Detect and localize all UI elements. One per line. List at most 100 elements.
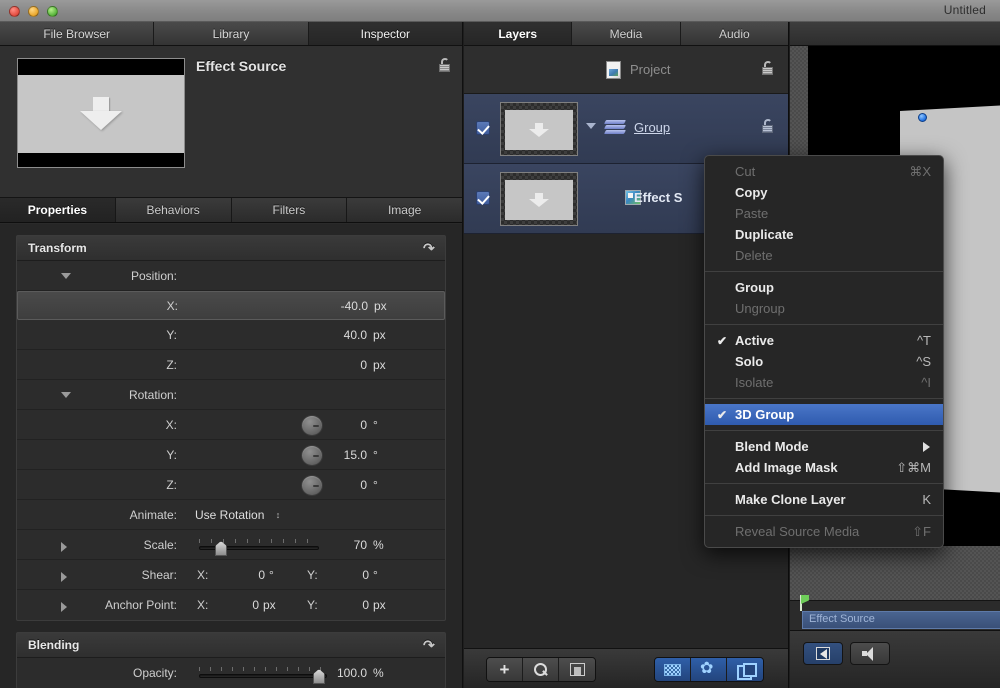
layer-action-buttons <box>486 657 596 682</box>
toggle-behaviors-button[interactable] <box>691 658 727 681</box>
layer-lock-icon[interactable] <box>761 119 774 133</box>
position-z-value[interactable]: 0 <box>267 358 367 372</box>
menu-item-label: Add Image Mask <box>735 460 838 475</box>
menu-item-paste: Paste <box>705 203 943 224</box>
opacity-value[interactable]: 100.0 <box>267 666 367 680</box>
anchor-y-value[interactable]: 0 <box>317 598 369 612</box>
close-button[interactable] <box>9 6 20 17</box>
anchor-x-value[interactable]: 0 <box>207 598 259 612</box>
layers-tab-strip: Layers Media Audio <box>464 22 788 46</box>
table-row[interactable]: Group <box>464 94 788 164</box>
project-row[interactable]: Project <box>464 46 788 94</box>
reset-icon[interactable]: ↶ <box>423 240 435 256</box>
menu-item-duplicate[interactable]: Duplicate <box>705 224 943 245</box>
context-menu[interactable]: Cut ⌘X Copy Paste Duplicate Delete Group Ungrou… <box>704 155 944 548</box>
timeline-strip: Effect Source <box>790 595 1000 630</box>
shear-y-value[interactable]: 0 <box>317 568 369 582</box>
tab-audio[interactable]: Audio <box>680 22 788 45</box>
rotation-z-row[interactable]: Z: 0 ° <box>17 470 445 500</box>
tab-media[interactable]: Media <box>572 22 681 45</box>
menu-item-blend-mode[interactable]: Blend Mode <box>705 436 943 457</box>
transform-title: Transform <box>28 241 87 255</box>
add-layer-button[interactable] <box>487 658 523 681</box>
transform-header: Transform ↶ <box>17 236 445 261</box>
rotation-x-row[interactable]: X: 0 ° <box>17 410 445 440</box>
rotation-z-value[interactable]: 0 <box>267 478 367 492</box>
animate-popup[interactable]: Use Rotation ↕ <box>195 508 280 522</box>
tab-image[interactable]: Image <box>347 198 462 222</box>
menu-item-label: Reveal Source Media <box>735 524 860 539</box>
search-layers-button[interactable] <box>523 658 559 681</box>
layer-name-group[interactable]: Group <box>634 120 670 135</box>
download-arrow-icon <box>529 123 549 137</box>
shear-row[interactable]: Shear: X: 0 ° Y: 0 ° <box>17 560 445 590</box>
menu-item-3d-group[interactable]: ✔ 3D Group <box>705 404 943 425</box>
window-title: Untitled <box>943 3 986 17</box>
position-x-row[interactable]: X: -40.0 px <box>17 291 445 320</box>
toggle-layers-view-button[interactable] <box>727 658 763 681</box>
scale-value[interactable]: 70 <box>267 538 367 552</box>
transform-group: Transform ↶ Position: X: -40.0 px Y: 40.… <box>16 235 446 621</box>
scale-unit: % <box>373 537 384 552</box>
menu-item-make-clone-layer[interactable]: Make Clone Layer K <box>705 489 943 510</box>
lock-icon[interactable] <box>438 58 451 72</box>
menu-item-copy[interactable]: Copy <box>705 182 943 203</box>
position-y-value[interactable]: 40.0 <box>267 328 367 342</box>
layer-enable-checkbox[interactable] <box>476 121 490 135</box>
timeline-clip[interactable]: Effect Source <box>802 611 1000 629</box>
menu-item-active[interactable]: ✔ Active ^T <box>705 330 943 351</box>
tab-inspector[interactable]: Inspector <box>308 22 462 45</box>
toggle-checkerboard-button[interactable] <box>655 658 691 681</box>
tab-behaviors[interactable]: Behaviors <box>115 198 232 222</box>
menu-item-solo[interactable]: Solo ^S <box>705 351 943 372</box>
menu-item-label: Delete <box>735 248 773 263</box>
position-x-label: X: <box>166 298 178 313</box>
search-icon <box>534 663 547 676</box>
rotation-x-label: X: <box>165 417 177 432</box>
rotation-x-value[interactable]: 0 <box>267 418 367 432</box>
inspector-title: Effect Source <box>196 58 287 74</box>
rotation-y-value[interactable]: 15.0 <box>267 448 367 462</box>
scale-slider-thumb[interactable] <box>215 541 227 556</box>
tab-library[interactable]: Library <box>154 22 309 45</box>
menu-item-label: 3D Group <box>735 407 795 422</box>
shear-x-unit: ° <box>269 567 274 582</box>
blending-reset-icon[interactable]: ↶ <box>423 637 435 653</box>
layer-enable-checkbox[interactable] <box>476 191 490 205</box>
layer-name-effect-source[interactable]: Effect S <box>634 190 682 205</box>
position-y-row[interactable]: Y: 40.0 px <box>17 320 445 350</box>
image-mask-icon <box>569 663 585 676</box>
rotation-y-row[interactable]: Y: 15.0 ° <box>17 440 445 470</box>
layer-disclosure-icon[interactable] <box>586 123 596 129</box>
animate-row[interactable]: Animate: Use Rotation ↕ <box>17 500 445 530</box>
tab-layers[interactable]: Layers <box>464 22 573 45</box>
tab-file-browser[interactable]: File Browser <box>0 22 155 45</box>
position-y-unit: px <box>373 327 386 342</box>
menu-item-add-image-mask[interactable]: Add Image Mask ⇧⌘M <box>705 457 943 478</box>
menu-item-group[interactable]: Group <box>705 277 943 298</box>
tab-filters[interactable]: Filters <box>231 198 348 222</box>
updown-arrows-icon: ↕ <box>275 509 281 520</box>
opacity-row[interactable]: Opacity: 100.0 % <box>17 658 445 688</box>
tab-properties[interactable]: Properties <box>0 198 116 222</box>
inspector-preview: Effect Source <box>0 46 462 198</box>
speaker-icon <box>862 647 878 661</box>
shear-x-value[interactable]: 0 <box>213 568 265 582</box>
position-x-value[interactable]: -40.0 <box>268 299 368 313</box>
project-lock-icon[interactable] <box>761 61 774 75</box>
anchor-point-handle[interactable] <box>918 113 927 122</box>
checkmark-icon: ✔ <box>717 407 728 422</box>
preview-toggle-button[interactable] <box>803 642 843 665</box>
mask-button[interactable] <box>559 658 595 681</box>
menu-separator <box>705 398 943 399</box>
position-z-row[interactable]: Z: 0 px <box>17 350 445 380</box>
preview-image <box>18 75 184 153</box>
minimize-button[interactable] <box>28 6 39 17</box>
title-bar: Untitled <box>0 0 1000 22</box>
anchor-point-row[interactable]: Anchor Point: X: 0 px Y: 0 px <box>17 590 445 620</box>
audio-toggle-button[interactable] <box>850 642 890 665</box>
scale-row[interactable]: Scale: 70 % <box>17 530 445 560</box>
menu-item-shortcut: K <box>922 492 931 507</box>
zoom-button[interactable] <box>47 6 58 17</box>
playhead-icon[interactable] <box>800 595 809 611</box>
